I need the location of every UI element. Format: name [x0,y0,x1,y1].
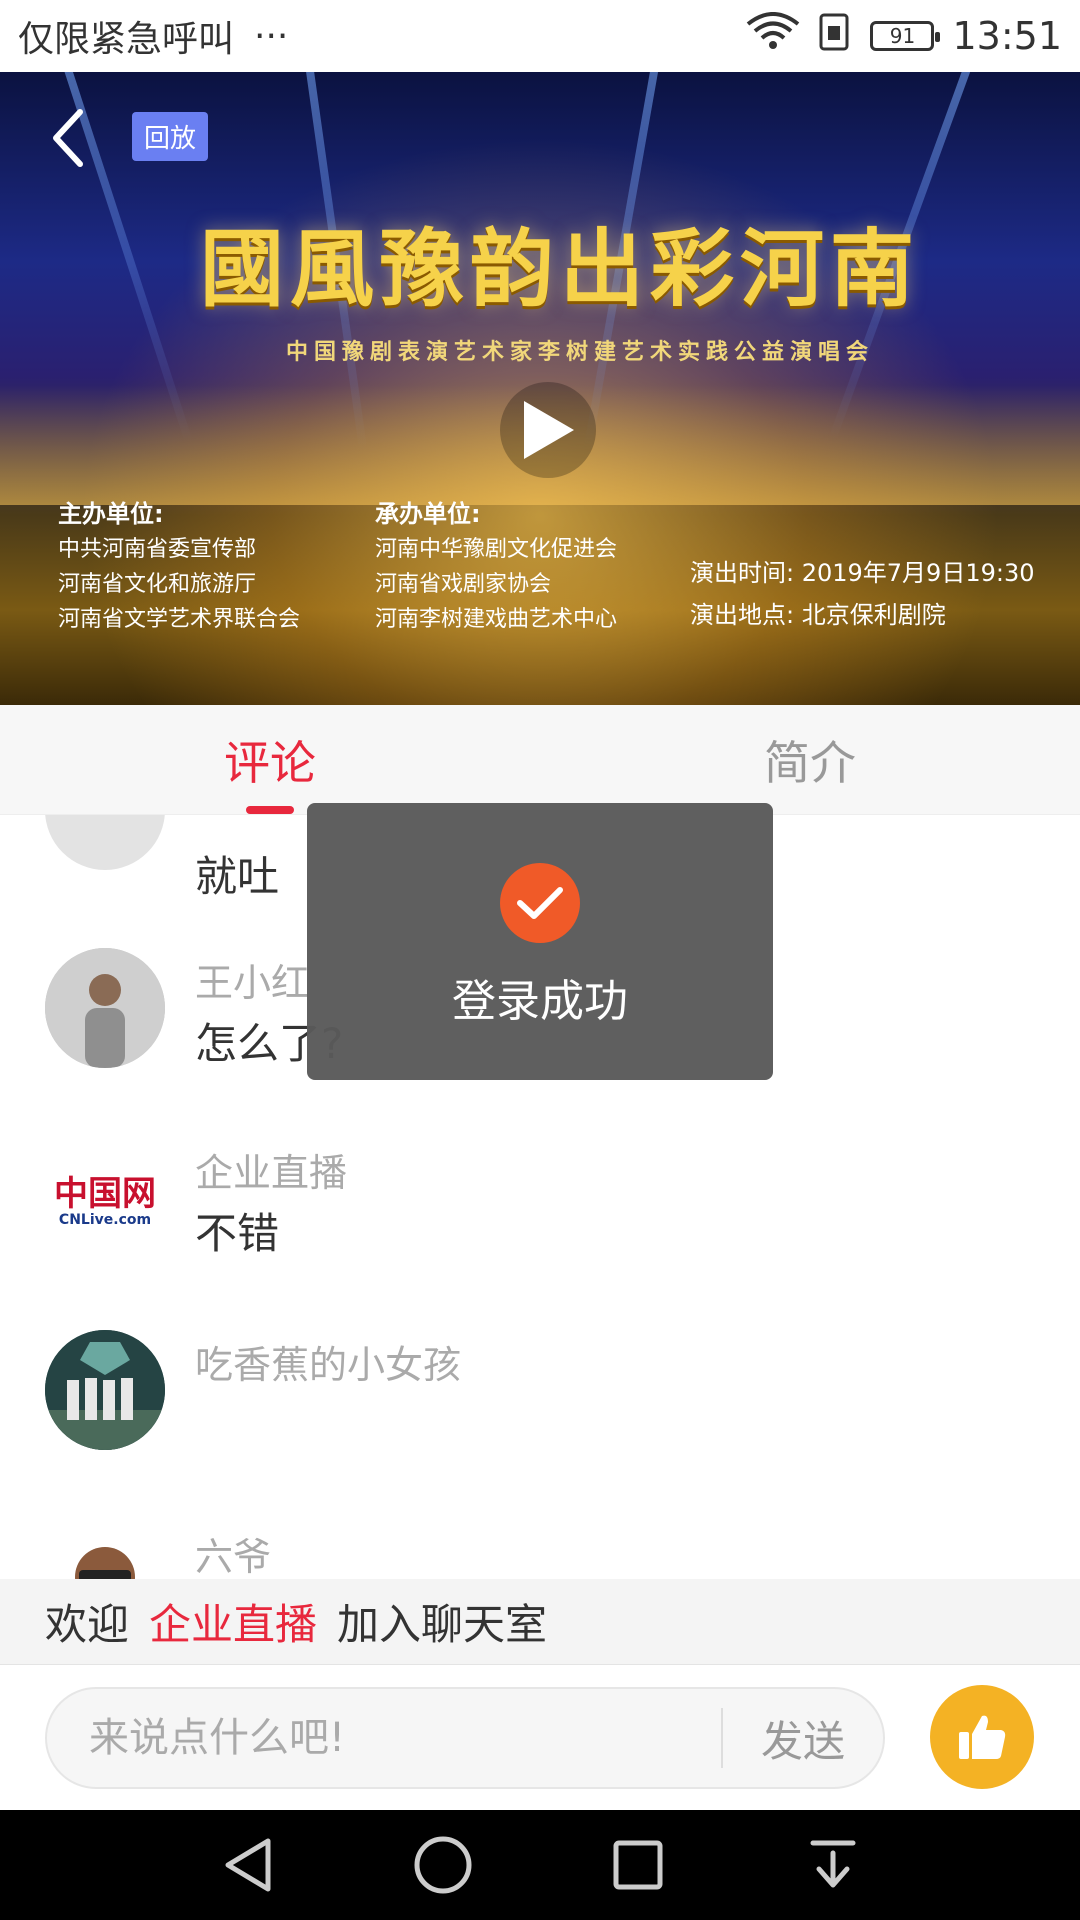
organizer-heading: 主办单位: [58,500,164,528]
host-line: 河南中华豫剧文化促进会 [375,537,618,562]
active-tab-indicator [246,806,294,814]
toast-message: 登录成功 [452,976,628,1027]
status-bar: 仅限紧急呼叫 ··· 91 13:51 [0,0,1080,72]
cnlive-logo-sub: CNLive.com [58,1212,152,1228]
nav-recents-button[interactable] [598,1825,678,1905]
host-block: 承办单位: 河南中华豫剧文化促进会 河南省戏剧家协会 河南李树建戏曲艺术中心 [375,497,617,637]
welcome-suffix: 加入聊天室 [337,1600,548,1649]
tab-bar: 评论 简介 [0,705,1080,815]
sim-card-icon [818,12,852,61]
tab-comments[interactable]: 评论 [0,705,540,814]
show-time: 演出时间: 2019年7月9日19:30 [690,559,1035,587]
comment-text: 就吐 [195,852,280,901]
square-recents-icon [613,1840,662,1890]
triangle-back-icon [225,1838,270,1892]
video-poster-subtitle: 中国豫剧表演艺术家李树建艺术实践公益演唱会 [285,340,874,365]
tab-intro[interactable]: 简介 [540,705,1080,814]
avatar[interactable] [45,948,165,1068]
comment-input[interactable] [47,1689,721,1787]
nav-home-button[interactable] [403,1825,483,1905]
video-poster-title: 國風豫韵出彩河南 [199,219,920,318]
like-button[interactable] [930,1685,1034,1789]
carrier-text: 仅限紧急呼叫 [18,19,235,60]
comment-text: 不错 [195,1209,280,1258]
organizer-line: 河南省文化和旅游厅 [58,572,257,597]
comment-input-box: 发送 [45,1687,885,1789]
comment-username: 六爷 [195,1535,272,1579]
avatar[interactable]: 中国网 CNLive.com [45,1138,165,1258]
host-line: 河南省戏剧家协会 [375,572,552,597]
welcome-username: 企业直播 [149,1600,318,1649]
wifi-icon [746,11,800,61]
organizer-line: 中共河南省委宣传部 [58,537,257,562]
nav-back-button[interactable] [208,1825,288,1905]
pull-down-icon [810,1840,855,1888]
clock: 13:51 [952,14,1062,58]
play-button[interactable] [500,382,596,478]
status-left: 仅限紧急呼叫 ··· [18,10,288,62]
login-success-toast: 登录成功 [307,803,773,1080]
comment-item: 中国网 CNLive.com 企业直播 不错 [0,1120,1080,1310]
comment-input-area: 发送 [0,1665,1080,1810]
comment-username: 企业直播 [195,1151,348,1195]
organizer-line: 河南省文学艺术界联合会 [58,607,301,632]
organizer-block: 主办单位: 中共河南省委宣传部 河南省文化和旅游厅 河南省文学艺术界联合会 [58,497,300,637]
show-info: 演出时间: 2019年7月9日19:30 演出地点: 北京保利剧院 [690,552,1035,636]
comment-username: 王小红 [195,961,310,1005]
play-icon [524,401,574,459]
avatar[interactable] [45,815,165,870]
status-right: 91 13:51 [746,11,1062,61]
more-notifications-icon: ··· [254,15,289,57]
back-arrow-icon [53,109,83,167]
show-place: 演出地点: 北京保利剧院 [690,601,946,629]
comment-item: 吃香蕉的小女孩 [0,1312,1080,1502]
replay-badge: 回放 [132,112,209,161]
check-icon [500,863,580,943]
back-button[interactable] [42,102,94,174]
nav-notification-button[interactable] [793,1825,873,1905]
comment-username: 吃香蕉的小女孩 [195,1343,462,1387]
send-button[interactable]: 发送 [723,1689,883,1787]
system-nav-bar [0,1810,1080,1920]
avatar[interactable] [45,1330,165,1450]
comment-item: 六爷 [0,1504,1080,1579]
cnlive-logo-text: 中国网 [54,1174,156,1214]
avatar[interactable] [45,1522,165,1579]
welcome-notice: 欢迎 企业直播 加入聊天室 [0,1579,1080,1665]
battery-icon: 91 [870,21,941,51]
circle-home-icon [414,1836,471,1894]
host-line: 河南李树建戏曲艺术中心 [375,607,618,632]
host-heading: 承办单位: [375,500,481,528]
welcome-prefix: 欢迎 [45,1600,130,1649]
thumbs-up-icon [959,1715,1006,1759]
video-player[interactable]: 回放 國風豫韵出彩河南 中国豫剧表演艺术家李树建艺术实践公益演唱会 主办单位: … [0,72,1080,705]
